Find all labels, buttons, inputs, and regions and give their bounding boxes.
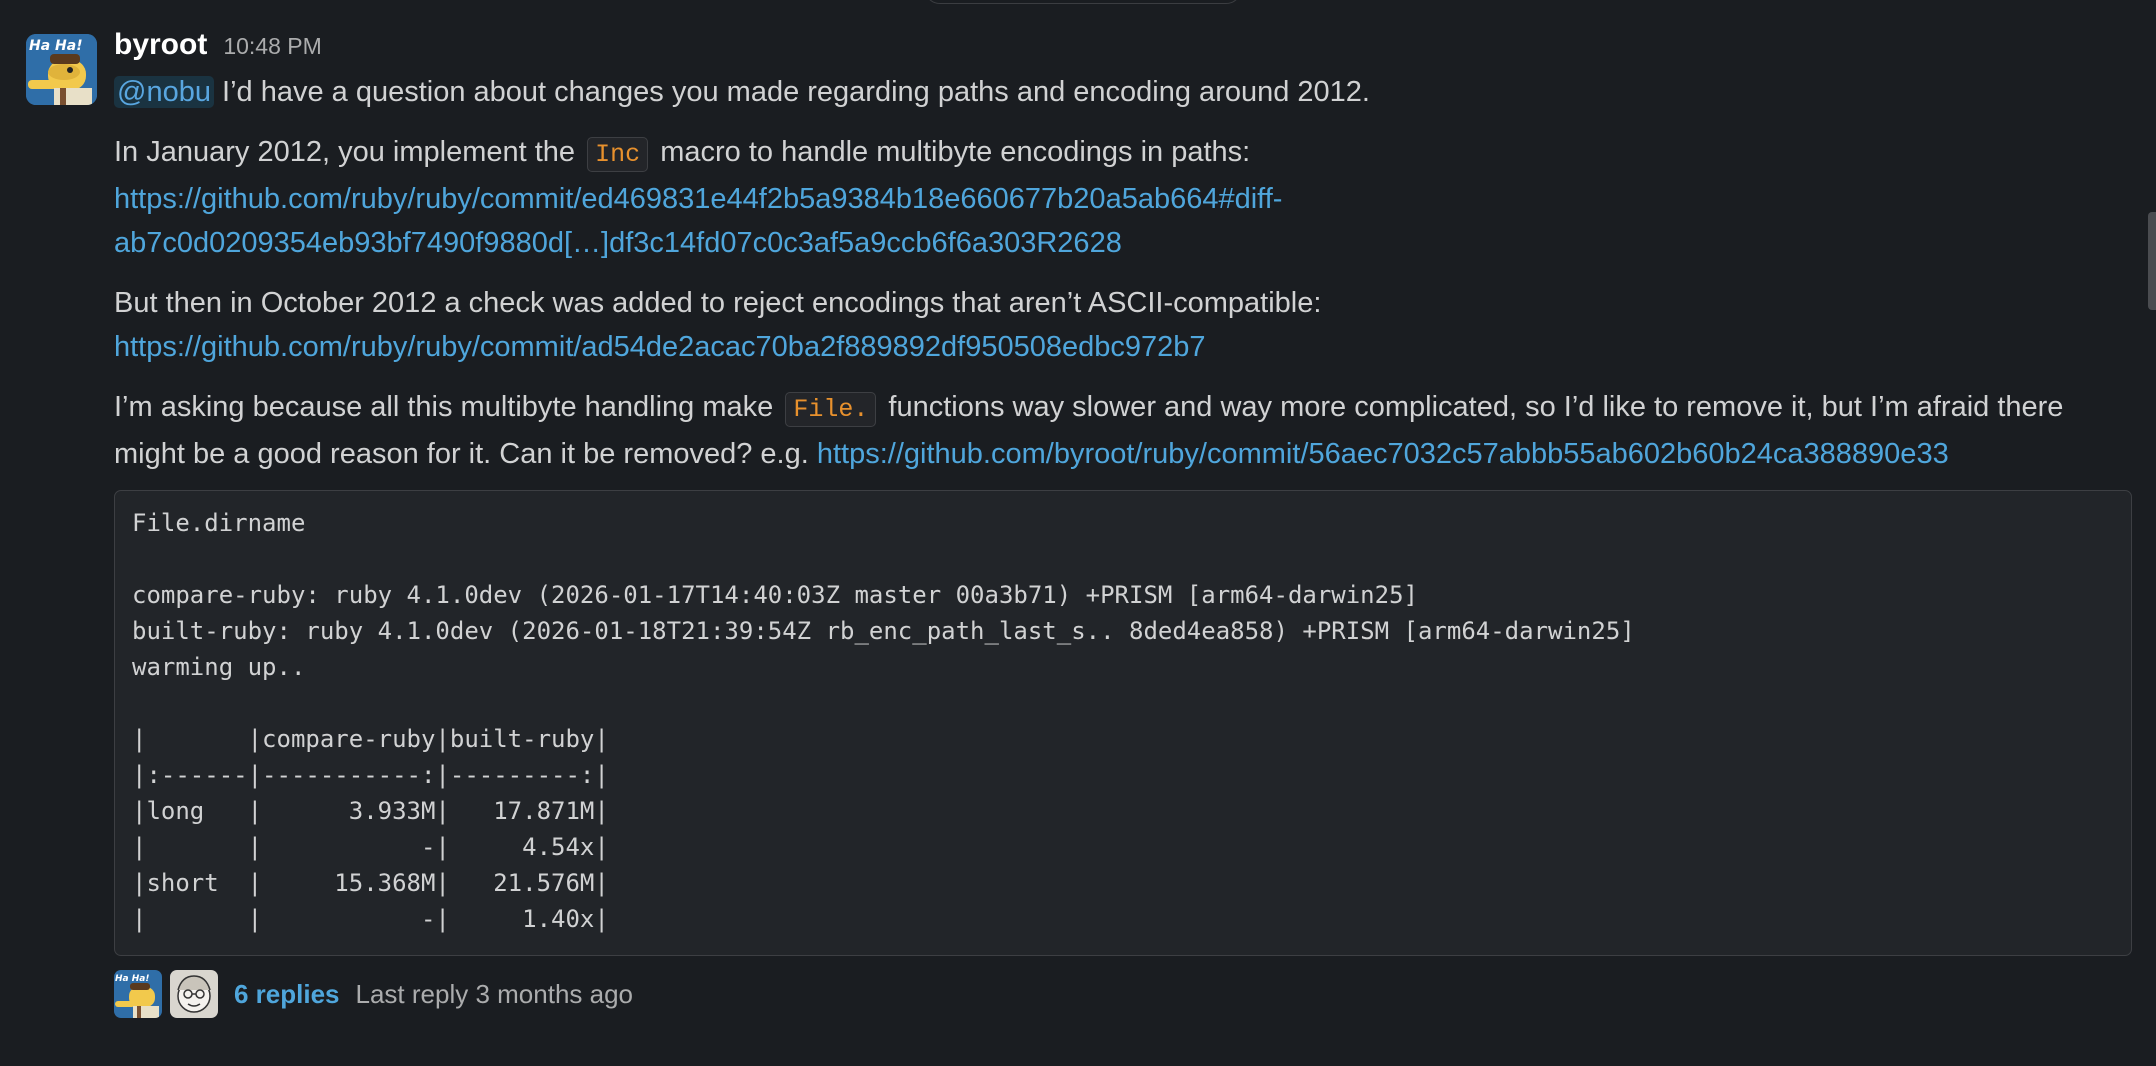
user-avatar[interactable]: Ha Ha! xyxy=(26,34,97,105)
message-paragraph-3: But then in October 2012 a check was add… xyxy=(114,281,2134,369)
author-name[interactable]: byroot xyxy=(114,28,207,62)
code-line: | | -| 4.54x| xyxy=(132,833,609,861)
inline-code: File. xyxy=(785,392,877,427)
last-reply-time: Last reply 3 months ago xyxy=(355,978,634,1009)
paragraph-text: might be a good reason for it. Can it be… xyxy=(114,438,817,470)
code-line: warming up.. xyxy=(132,653,306,681)
message-paragraph-2: In January 2012, you implement the Inc m… xyxy=(114,130,2134,265)
avatar-image-icon: Ha Ha! xyxy=(114,970,162,1018)
avatar-image-icon: Ha Ha! xyxy=(26,34,97,105)
code-line: | | -| 1.40x| xyxy=(132,905,609,933)
thread-participant-avatar: Ha Ha! xyxy=(114,970,162,1018)
code-line: |long | 3.933M| 17.871M| xyxy=(132,797,609,825)
code-block[interactable]: File.dirname compare-ruby: ruby 4.1.0dev … xyxy=(114,490,2132,956)
svg-text:Ha Ha!: Ha Ha! xyxy=(29,38,83,54)
code-line: built-ruby: ruby 4.1.0dev (2026-01-18T21… xyxy=(132,617,1635,645)
commit-link[interactable]: https://github.com/ruby/ruby/commit/ad54… xyxy=(114,331,1206,363)
paragraph-text: But then in October 2012 a check was add… xyxy=(114,287,1322,319)
replies-count-link[interactable]: 6 replies xyxy=(234,979,340,1010)
paragraph-text: macro to handle multibyte encodings in p… xyxy=(652,136,1251,168)
inline-code: Inc xyxy=(587,137,649,172)
commit-link-continued[interactable]: ab7c0d0209354eb93bf7490f9880d[…]df3c14fd… xyxy=(114,227,1122,259)
thread-participant-avatar xyxy=(170,970,218,1018)
paragraph-text: In January 2012, you implement the xyxy=(114,136,584,168)
scrollbar-thumb[interactable] xyxy=(2148,212,2156,310)
thread-summary[interactable]: Ha Ha! 6 replies Last reply 3 months ago xyxy=(114,968,2134,1020)
message-paragraph-4: I’m asking because all this multibyte ha… xyxy=(114,385,2134,476)
code-line: File.dirname xyxy=(132,509,306,537)
code-line: |short | 15.368M| 21.576M| xyxy=(132,869,609,897)
message-timestamp[interactable]: 10:48 PM xyxy=(223,33,321,60)
code-line: | |compare-ruby|built-ruby| xyxy=(132,725,609,753)
code-line: compare-ruby: ruby 4.1.0dev (2026-01-17T… xyxy=(132,581,1418,609)
paragraph-text: I’m asking because all this multibyte ha… xyxy=(114,391,782,423)
message-content: byroot 10:48 PM @nobu I’d have a questio… xyxy=(114,28,2134,1020)
sketch-face-avatar-icon xyxy=(170,970,218,1018)
paragraph-text: functions way slower and way more compli… xyxy=(880,391,2064,423)
message: Ha Ha! byroot 10:48 PM @nobu I’d have a … xyxy=(0,0,2156,1066)
message-paragraph-1: @nobu I’d have a question about changes … xyxy=(114,70,2134,114)
paragraph-text: I’d have a question about changes you ma… xyxy=(213,76,1370,108)
svg-text:Ha Ha!: Ha Ha! xyxy=(115,974,149,984)
user-mention[interactable]: @nobu xyxy=(114,76,214,108)
commit-link[interactable]: https://github.com/byroot/ruby/commit/56… xyxy=(817,438,1949,470)
message-header: byroot 10:48 PM xyxy=(114,28,2134,68)
code-line: |:------|-----------:|---------:| xyxy=(132,761,609,789)
commit-link[interactable]: https://github.com/ruby/ruby/commit/ed46… xyxy=(114,183,1282,215)
